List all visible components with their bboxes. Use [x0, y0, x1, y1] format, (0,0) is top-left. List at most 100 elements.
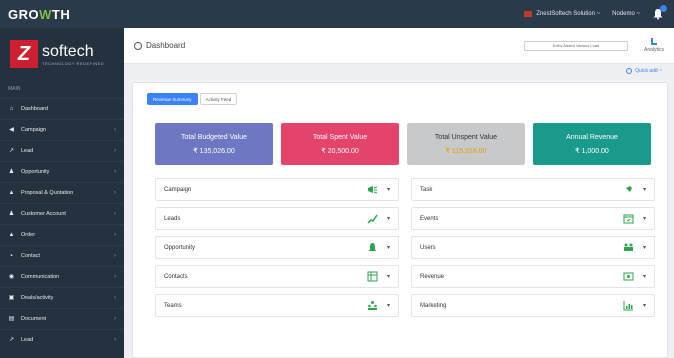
chat-icon: ◉: [8, 273, 15, 280]
chevron-down-icon[interactable]: ▾: [387, 244, 390, 251]
logo-tagline: TECHNOLOGY REDEFINED: [42, 60, 105, 66]
sidebar-item-lead[interactable]: ↗ Lead ›: [0, 140, 124, 161]
logo-name: softech: [42, 42, 94, 60]
company-logo[interactable]: Z softech TECHNOLOGY REDEFINED: [0, 28, 124, 80]
bar-chart-icon: [623, 300, 635, 312]
document-icon: ▲: [8, 189, 15, 196]
module-row-events[interactable]: Events ▾: [411, 207, 655, 230]
module-row-revenue[interactable]: Revenue ▾: [411, 265, 655, 288]
menu-section-label: MAIN: [8, 86, 21, 92]
module-row-teams[interactable]: Teams ▾: [155, 294, 399, 317]
sidebar: Z softech TECHNOLOGY REDEFINED MAIN ⌂ Das…: [0, 28, 124, 358]
tab-activity-feed[interactable]: Activity Feed: [199, 93, 238, 105]
chevron-down-icon[interactable]: ▾: [387, 215, 390, 222]
sidebar-item-proposal-quotation[interactable]: ▲ Proposal & Quotation ›: [0, 182, 124, 203]
chevron-down-icon[interactable]: ▾: [643, 186, 646, 193]
sidebar-item-label: Document: [21, 316, 47, 322]
page-title: Dashboard: [146, 41, 186, 50]
analytics-label: Analytics: [643, 47, 664, 53]
bell-icon: ♟: [8, 168, 15, 175]
user-icon: ♟: [8, 210, 15, 217]
brand-text-mid: W: [39, 6, 52, 22]
sidebar-item-customer-account[interactable]: ♟ Customer Account ›: [0, 203, 124, 224]
summary-card-value: ₹ 135,026.00: [193, 147, 235, 155]
team-icon: [367, 300, 379, 312]
logo-mark: Z: [10, 40, 38, 68]
chart-icon: ↗: [8, 147, 15, 154]
summary-card-annual-revenue[interactable]: Annual Revenue ₹ 1,000.00: [533, 123, 651, 165]
notification-bell-icon[interactable]: [652, 5, 667, 20]
sidebar-item-label: Proposal & Quotation: [21, 190, 74, 196]
doc-icon: ▤: [8, 315, 15, 322]
dashboard-panel: Revenue Summary Activity Feed Total Budge…: [132, 82, 668, 358]
sidebar-item-order[interactable]: ▲ Order ›: [0, 224, 124, 245]
contact-icon: ▪: [10, 252, 13, 259]
tab-revenue-summary[interactable]: Revenue Summary: [147, 93, 198, 105]
module-row-leads[interactable]: Leads ▾: [155, 207, 399, 230]
view-select[interactable]: Edit's Added Various Load: [523, 40, 628, 51]
module-row-label: Marketing: [420, 302, 447, 309]
module-row-campaign[interactable]: Campaign ▾: [155, 178, 399, 201]
sidebar-item-opportunity[interactable]: ♟ Opportunity ›: [0, 161, 124, 182]
org-name: ZnestSoftech Solution ~: [536, 11, 601, 17]
cart-icon: ▲: [8, 231, 15, 238]
module-row-label: Users: [420, 244, 436, 251]
module-row-opportunity[interactable]: Opportunity ▾: [155, 236, 399, 259]
user-menu[interactable]: Nodemo ~: [612, 11, 640, 17]
sidebar-item-deals-activity[interactable]: ▣ Deals/activity ›: [0, 287, 124, 308]
module-row-marketing[interactable]: Marketing ▾: [411, 294, 655, 317]
summary-cards: Total Budgeted Value ₹ 135,026.00 Total Sp…: [155, 123, 651, 165]
chevron-right-icon: ›: [114, 316, 116, 322]
module-row-label: Leads: [164, 215, 181, 222]
analytics-button[interactable]: Analytics: [644, 38, 664, 53]
module-row-contacts[interactable]: Contacts ▾: [155, 265, 399, 288]
megaphone-icon: [367, 184, 379, 196]
sidebar-item-communication[interactable]: ◉ Communication ›: [0, 266, 124, 287]
summary-card-total-spent-value[interactable]: Total Spent Value ₹ 20,500.00: [281, 123, 399, 165]
brand-logo[interactable]: GRO W TH: [0, 0, 124, 28]
analytics-icon: [650, 38, 657, 45]
summary-card-value: ₹ 115,318.00: [445, 147, 487, 155]
chevron-right-icon: ›: [114, 337, 116, 343]
chevron-down-icon[interactable]: ▾: [387, 302, 390, 309]
module-row-users[interactable]: Users ▾: [411, 236, 655, 259]
deal-icon: ▣: [8, 294, 15, 301]
sidebar-item-contact[interactable]: ▪ Contact ›: [0, 245, 124, 266]
sidebar-item-document[interactable]: ▤ Document ›: [0, 308, 124, 329]
sidebar-item-label: Contact: [21, 253, 40, 259]
dashboard-icon: [134, 41, 142, 50]
summary-card-total-budgeted-value[interactable]: Total Budgeted Value ₹ 135,026.00: [155, 123, 273, 165]
sidebar-item-label: Deals/activity: [21, 295, 54, 301]
chevron-down-icon[interactable]: ▾: [643, 244, 646, 251]
quick-add-button[interactable]: Quick add ~: [124, 64, 674, 78]
organization-switcher[interactable]: ZnestSoftech Solution ~: [524, 11, 600, 17]
chevron-down-icon[interactable]: ▾: [643, 302, 646, 309]
summary-card-value: ₹ 1,000.00: [575, 147, 609, 155]
chevron-right-icon: ›: [114, 190, 116, 196]
sidebar-item-label: Dashboard: [21, 106, 48, 112]
users-icon: [623, 242, 635, 254]
money-icon: [623, 271, 635, 283]
module-row-task[interactable]: Task ▾: [411, 178, 655, 201]
megaphone-icon: ◀: [9, 126, 14, 133]
chevron-down-icon[interactable]: ▾: [387, 273, 390, 280]
chevron-down-icon[interactable]: ▾: [643, 215, 646, 222]
chevron-right-icon: ›: [114, 274, 116, 280]
chevron-right-icon: ›: [114, 211, 116, 217]
sidebar-item-label: Lead: [21, 337, 34, 343]
chevron-down-icon[interactable]: ▾: [387, 186, 390, 193]
sidebar-item-lead[interactable]: ↗ Lead ›: [0, 329, 124, 350]
module-row-label: Events: [420, 215, 439, 222]
module-row-label: Contacts: [164, 273, 188, 280]
sidebar-item-campaign[interactable]: ◀ Campaign ›: [0, 119, 124, 140]
module-row-label: Task: [420, 186, 433, 193]
panel-tabs: Revenue Summary Activity Feed: [147, 93, 238, 105]
chevron-down-icon[interactable]: ▾: [643, 273, 646, 280]
module-row-label: Opportunity: [164, 244, 196, 251]
sidebar-item-dashboard[interactable]: ⌂ Dashboard: [0, 98, 124, 119]
sidebar-nav: ⌂ Dashboard ◀ Campaign › ↗ Lead › ♟ Opportunity › ▲…: [0, 98, 124, 350]
summary-card-total-unspent-value[interactable]: Total Unspent Value ₹ 115,318.00: [407, 123, 525, 165]
table-icon: [367, 271, 379, 283]
module-row-label: Teams: [164, 302, 182, 309]
sidebar-item-label: Lead: [21, 148, 34, 154]
